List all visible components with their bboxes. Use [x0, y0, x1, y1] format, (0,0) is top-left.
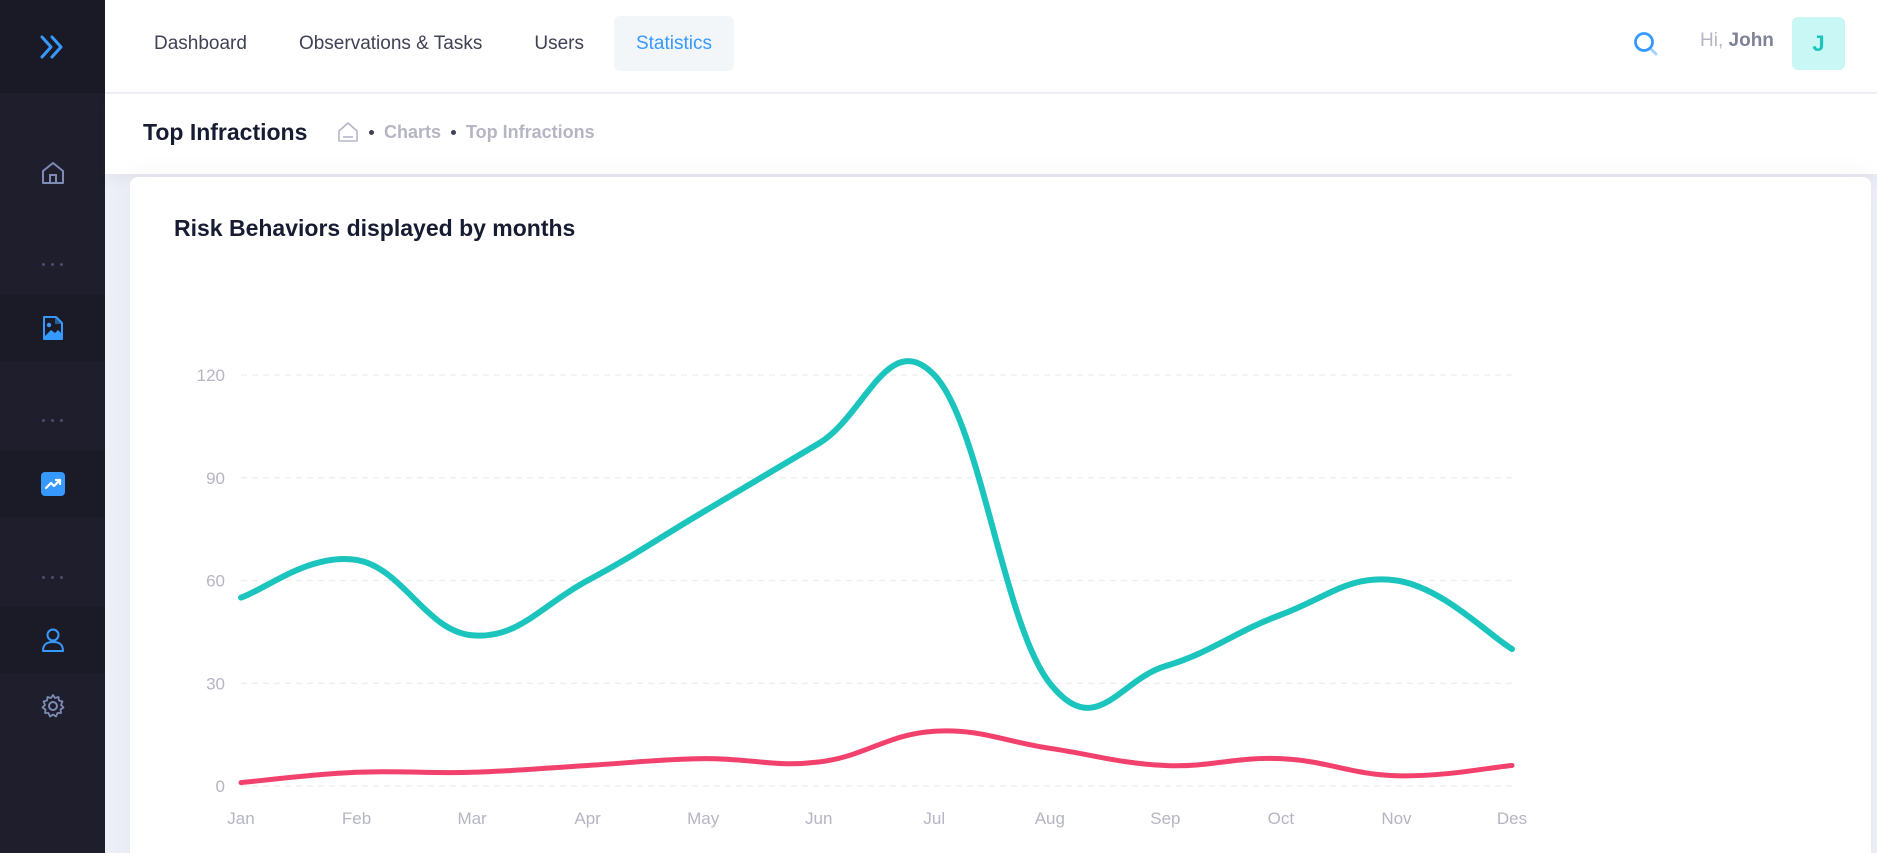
- chart-icon: [40, 472, 65, 496]
- x-tick-label: Oct: [1268, 809, 1295, 828]
- x-tick-label: Feb: [342, 809, 371, 828]
- x-tick-label: Nov: [1381, 809, 1412, 828]
- sidebar: [0, 0, 105, 853]
- breadcrumb-item-top-infractions[interactable]: Top Infractions: [466, 122, 595, 143]
- breadcrumb-separator: [451, 129, 457, 135]
- tab-statistics[interactable]: Statistics: [613, 16, 735, 71]
- user-icon: [41, 628, 64, 652]
- top-header: Dashboard Observations & Tasks Users Sta…: [105, 0, 1877, 93]
- double-chevron-right-icon: [40, 35, 62, 58]
- greeting-text: Hi,: [1700, 30, 1724, 51]
- page-title: Top Infractions: [143, 119, 308, 145]
- y-tick-label: 60: [206, 572, 225, 591]
- x-tick-label: Jun: [805, 809, 832, 828]
- sidebar-item-settings[interactable]: [0, 673, 105, 739]
- breadcrumb-separator: [369, 129, 374, 135]
- x-tick-label: Sep: [1150, 809, 1180, 828]
- sidebar-item-observations[interactable]: [0, 295, 105, 361]
- search-icon: [1634, 32, 1658, 56]
- sidebar-item-statistics[interactable]: [0, 451, 105, 517]
- top-navigation: Dashboard Observations & Tasks Users Sta…: [132, 16, 735, 71]
- subheader: Top Infractions Charts Top Infractions: [105, 94, 1877, 174]
- y-tick-label: 90: [206, 469, 225, 488]
- section-divider: [0, 254, 105, 274]
- avatar[interactable]: J: [1792, 17, 1845, 70]
- chart-card: Risk Behaviors displayed by months 0 30 60…: [130, 177, 1871, 853]
- breadcrumb-item-charts[interactable]: Charts: [384, 122, 441, 143]
- series-line-teal[interactable]: [238, 358, 1515, 711]
- section-divider: [0, 410, 105, 430]
- user-greeting[interactable]: Hi, John: [1700, 30, 1774, 52]
- x-tick-label: Aug: [1035, 809, 1065, 828]
- x-tick-label: Des: [1497, 809, 1527, 828]
- image-file-icon: [42, 316, 63, 340]
- sidebar-toggle-button[interactable]: [0, 0, 105, 93]
- sidebar-item-home[interactable]: [0, 140, 105, 206]
- line-chart: 0 30 60 90 120 Jan Feb Mar Apr May Jun Jul Aug Sep Oct…: [197, 358, 1527, 828]
- x-tick-label: Mar: [457, 809, 487, 828]
- home-icon: [41, 162, 64, 184]
- section-divider: [0, 567, 105, 587]
- sidebar-item-users[interactable]: [0, 607, 105, 673]
- home-icon[interactable]: [337, 121, 359, 143]
- breadcrumb: Charts Top Infractions: [337, 121, 595, 143]
- x-tick-label: Jan: [227, 809, 254, 828]
- y-tick-label: 0: [216, 777, 225, 796]
- y-tick-label: 120: [197, 366, 225, 385]
- search-button[interactable]: [1626, 24, 1666, 64]
- tab-observations-tasks[interactable]: Observations & Tasks: [277, 16, 504, 71]
- series-line-red[interactable]: [238, 728, 1515, 786]
- tab-users[interactable]: Users: [512, 16, 606, 71]
- y-tick-label: 30: [206, 674, 225, 693]
- x-tick-label: Apr: [574, 809, 601, 828]
- x-tick-label: Jul: [923, 809, 945, 828]
- tab-dashboard[interactable]: Dashboard: [132, 16, 269, 71]
- gear-icon: [41, 694, 64, 718]
- x-tick-label: May: [687, 809, 720, 828]
- user-name: John: [1728, 30, 1774, 51]
